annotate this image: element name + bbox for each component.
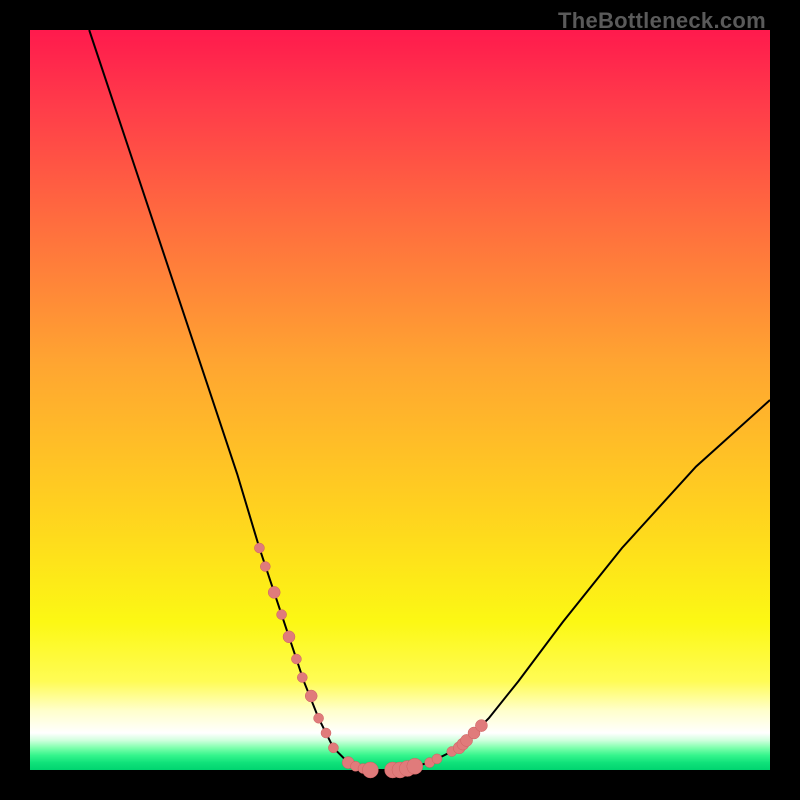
highlight-dot [291,654,301,664]
highlight-dot [305,690,317,702]
highlight-dot [407,758,423,774]
highlight-dot [328,743,338,753]
highlight-dot [314,713,324,723]
chart-frame [30,30,770,770]
highlight-dot [362,762,378,778]
highlight-dot [254,543,264,553]
highlight-dot [321,728,331,738]
highlight-markers [254,543,487,778]
highlight-dot [268,586,280,598]
highlight-dot [277,610,287,620]
plot-svg [30,30,770,770]
bottleneck-curve [89,30,770,770]
highlight-dot [283,631,295,643]
highlight-dot [297,673,307,683]
highlight-dot [260,562,270,572]
highlight-dot [475,720,487,732]
highlight-dot [432,754,442,764]
watermark-text: TheBottleneck.com [558,8,766,34]
